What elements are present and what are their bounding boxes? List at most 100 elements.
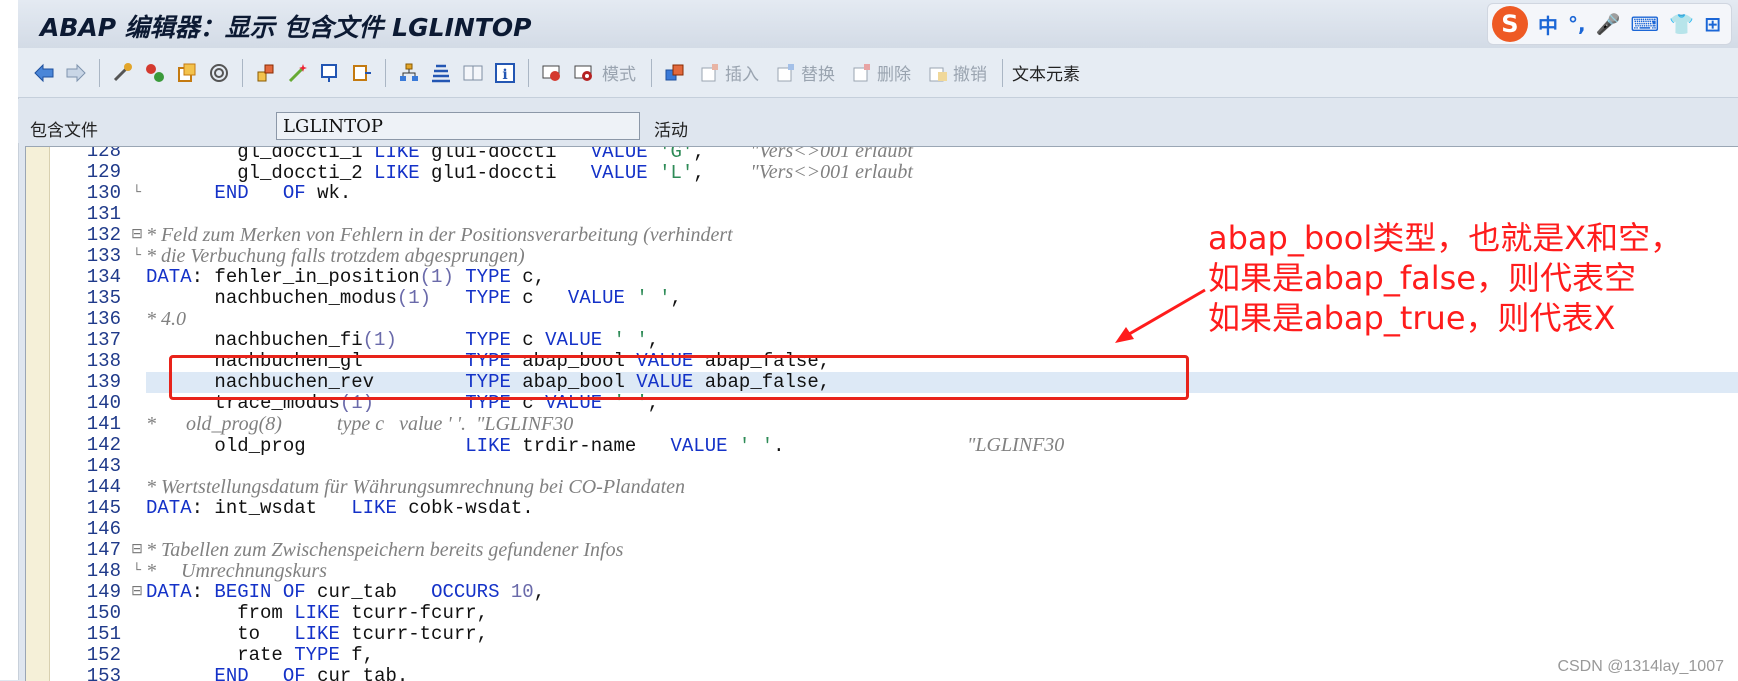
other-object-icon[interactable] xyxy=(175,61,199,85)
annotation-line: 如果是abap_false，则代表空 xyxy=(1208,259,1636,297)
code-token: LIKE xyxy=(374,162,420,184)
code-text: to LIKE tcurr-tcurr, xyxy=(146,624,1738,645)
code-token: , xyxy=(693,146,751,163)
line-number: 131 xyxy=(86,203,121,225)
navigation-stack-icon[interactable] xyxy=(429,61,453,85)
code-line[interactable]: 147 ⊟ * Tabellen zum Zwischenspeichern ber… xyxy=(26,540,1738,561)
insert-icon xyxy=(701,63,718,81)
magic-wand-icon[interactable] xyxy=(286,61,310,85)
code-token: , xyxy=(670,287,682,309)
code-line[interactable]: 143 xyxy=(26,456,1738,477)
ime-chinese-mode-icon[interactable]: 中 xyxy=(1538,10,1558,39)
code-line[interactable]: 145 DATA: int_wsdat LIKE cobk-wsdat. xyxy=(26,498,1738,519)
line-number: 150 xyxy=(86,602,121,624)
code-token: (1) xyxy=(396,287,432,309)
ime-punctuation-icon[interactable]: °, xyxy=(1568,12,1586,36)
code-line[interactable]: 150 from LIKE tcurr-fcurr, xyxy=(26,603,1738,624)
code-token: c xyxy=(510,329,546,351)
code-token: nachbuchen_modus xyxy=(214,287,397,309)
delete-icon xyxy=(853,63,870,81)
code-token: : int_wsdat xyxy=(191,497,352,519)
toolbar-separator xyxy=(651,58,652,87)
sogou-logo-icon[interactable]: S xyxy=(1491,6,1528,42)
code-token: LIKE xyxy=(374,146,420,163)
pattern-icon[interactable] xyxy=(318,61,342,85)
external-breakpoint-icon[interactable] xyxy=(572,61,596,85)
code-token: * 4.0 xyxy=(146,308,186,330)
line-number: 142 xyxy=(86,434,121,456)
code-token: * Umrechnungskurs xyxy=(146,560,327,582)
insert-button[interactable]: 插入 xyxy=(725,60,759,85)
code-line[interactable]: 141 * old_prog(8) type c value ' '. "LGLI… xyxy=(26,414,1738,435)
pretty-printer-icon[interactable] xyxy=(350,61,374,85)
code-line[interactable]: 129 gl_doccti_2 LIKE glu1-doccti VALUE '… xyxy=(26,162,1738,184)
replace-icon xyxy=(777,63,794,81)
code-token: LIKE xyxy=(465,435,511,457)
include-name-field[interactable]: LGLINTOP xyxy=(276,112,640,140)
ime-skin-icon[interactable]: 👕 xyxy=(1669,12,1694,36)
code-token: 'L' xyxy=(647,162,694,184)
code-line[interactable]: 128 gl_doccti_1 LIKE glu1-doccti VALUE '… xyxy=(26,146,1738,163)
mode-button[interactable]: 模式 xyxy=(602,60,636,85)
fold-marker-icon[interactable]: ⊟ xyxy=(129,225,145,246)
code-token: . xyxy=(773,435,967,457)
line-number: 132 xyxy=(86,224,121,246)
left-window-edge xyxy=(0,0,19,680)
forward-arrow-icon[interactable] xyxy=(64,61,88,85)
undo-button[interactable]: 撤销 xyxy=(953,60,987,85)
text-elements-button[interactable]: 文本元素 xyxy=(1012,60,1080,85)
delete-button[interactable]: 删除 xyxy=(877,60,911,85)
back-arrow-icon[interactable] xyxy=(32,61,56,85)
code-token: TYPE xyxy=(294,644,340,666)
code-token: cur_tab xyxy=(305,581,432,603)
ime-toolbar[interactable]: S 中 °, 🎤 ⌨ 👕 ⊞ xyxy=(1486,3,1732,45)
code-token: : xyxy=(191,581,215,603)
replace-button[interactable]: 替换 xyxy=(801,60,835,85)
code-token: gl_doccti_2 xyxy=(237,162,375,184)
code-line[interactable]: 149 ⊟ DATA: BEGIN OF cur_tab OCCURS 10, xyxy=(26,582,1738,603)
breakpoint-icon[interactable] xyxy=(540,61,564,85)
where-used-icon[interactable] xyxy=(254,61,278,85)
enhancement-icon[interactable] xyxy=(663,61,687,85)
code-token: glu1-doccti xyxy=(419,146,591,163)
include-label: 包含文件 xyxy=(30,121,98,141)
code-token: trdir-name xyxy=(510,435,671,457)
fold-marker-icon[interactable]: ⊟ xyxy=(129,582,145,603)
active-inactive-icon[interactable] xyxy=(143,61,167,85)
documentation-icon[interactable] xyxy=(461,61,485,85)
code-token: , xyxy=(533,581,546,603)
line-number: 134 xyxy=(86,266,121,288)
code-line[interactable]: 142 old_prog LIKE trdir-name VALUE ' '. … xyxy=(26,434,1738,457)
ime-microphone-icon[interactable]: 🎤 xyxy=(1596,12,1621,36)
code-token: VALUE xyxy=(545,329,603,351)
code-token: wk. xyxy=(305,182,352,204)
code-token: c, xyxy=(510,266,546,288)
code-token: VALUE xyxy=(590,162,648,184)
toolbar-separator xyxy=(99,58,100,87)
ime-toolbox-icon[interactable]: ⊞ xyxy=(1704,12,1721,36)
toolbar-separator xyxy=(528,58,529,87)
code-token: tcurr-tcurr, xyxy=(339,623,489,645)
code-token: ' ' xyxy=(602,329,648,351)
code-line[interactable]: 151 to LIKE tcurr-tcurr, xyxy=(26,624,1738,645)
code-token: gl_doccti_1 xyxy=(237,146,375,163)
ime-keyboard-icon[interactable]: ⌨ xyxy=(1630,12,1659,36)
code-text: old_prog LIKE trdir-name VALUE ' '. "LGL… xyxy=(146,435,1738,457)
code-text: gl_doccti_1 LIKE glu1-doccti VALUE 'G', … xyxy=(146,146,1738,163)
check-syntax-icon[interactable] xyxy=(207,61,231,85)
code-line[interactable]: 146 xyxy=(26,519,1738,540)
info-icon[interactable]: i xyxy=(493,61,517,85)
code-line[interactable]: 148 └ * Umrechnungskurs xyxy=(26,561,1738,582)
code-token: BEGIN xyxy=(214,581,272,603)
code-line[interactable]: 153 END OF cur_tab. xyxy=(26,666,1738,681)
line-number: 128 xyxy=(86,146,121,162)
code-line[interactable]: 144 * Wertstellungsdatum für Währungsumre… xyxy=(26,477,1738,498)
code-token: DATA xyxy=(146,497,192,519)
display-change-icon[interactable] xyxy=(111,61,135,85)
fold-marker-icon[interactable]: ⊟ xyxy=(129,540,145,561)
code-line[interactable]: 130 └ END OF wk. xyxy=(26,183,1738,204)
code-line[interactable]: 152 rate TYPE f, xyxy=(26,645,1738,666)
object-list-icon[interactable] xyxy=(397,61,421,85)
